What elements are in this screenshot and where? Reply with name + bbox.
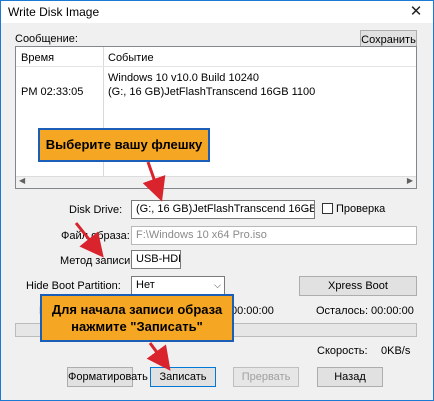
- log-header-separator: [16, 66, 416, 67]
- scroll-right-icon[interactable]: ▶: [407, 176, 413, 185]
- remaining-label: Осталось:: [316, 305, 369, 317]
- log-section-label: Сообщение:: [15, 33, 78, 45]
- hide-boot-value: Нет: [136, 279, 155, 291]
- log-horizontal-scrollbar[interactable]: ◀ ▶: [16, 176, 416, 188]
- verify-checkbox[interactable]: [322, 203, 333, 214]
- callout-start-write-line1: Для начала записи образа: [51, 302, 223, 317]
- callout-select-drive: Выберите вашу флешку: [38, 128, 210, 162]
- title-bar: Write Disk Image ✕: [1, 1, 433, 23]
- chevron-down-icon: ⌵: [304, 204, 311, 214]
- write-button[interactable]: Записать: [150, 367, 216, 387]
- hide-boot-label: Hide Boot Partition:: [26, 280, 121, 292]
- callout-start-write-line2: нажмите "Записать": [71, 319, 203, 334]
- hide-boot-select[interactable]: Нет ⌵: [131, 276, 225, 295]
- abort-button[interactable]: Прервать: [233, 367, 299, 387]
- write-method-label: Метод записи:: [60, 255, 134, 267]
- scroll-left-icon[interactable]: ◀: [19, 176, 25, 185]
- speed-value: 0KB/s: [381, 345, 411, 357]
- log-row-time: PM 02:33:05: [21, 86, 84, 98]
- write-method-select[interactable]: USB-HDD+ ⌵: [131, 250, 181, 269]
- chevron-down-icon: ⌵: [170, 254, 177, 264]
- disk-drive-label: Disk Drive:: [69, 204, 123, 216]
- elapsed-value: 00:00:00: [231, 305, 274, 317]
- log-col-event: Событие: [108, 52, 154, 64]
- verify-label: Проверка: [336, 203, 386, 215]
- image-file-label: Файл образа:: [61, 230, 130, 242]
- log-row-event: (G:, 16 GB)JetFlashTranscend 16GB 1100: [108, 86, 316, 98]
- disk-drive-select[interactable]: (G:, 16 GB)JetFlashTranscend 16GB 1100 ⌵: [131, 200, 315, 219]
- close-icon[interactable]: ✕: [405, 1, 427, 23]
- back-button[interactable]: Назад: [317, 367, 383, 387]
- log-col-time: Время: [21, 52, 55, 64]
- speed-label: Скорость:: [317, 345, 368, 357]
- log-list[interactable]: Время Событие Windows 10 v10.0 Build 102…: [15, 46, 417, 189]
- xpress-boot-button[interactable]: Xpress Boot: [299, 276, 417, 296]
- log-column-divider: [103, 47, 104, 188]
- image-file-field[interactable]: F:\Windows 10 x64 Pro.iso: [131, 226, 417, 245]
- remaining-value: 00:00:00: [371, 305, 414, 317]
- chevron-down-icon: ⌵: [214, 280, 221, 290]
- log-row-event: Windows 10 v10.0 Build 10240: [108, 72, 260, 84]
- window-title: Write Disk Image: [8, 5, 100, 19]
- callout-start-write: Для начала записи образа нажмите "Записа…: [40, 294, 234, 342]
- image-file-value: F:\Windows 10 x64 Pro.iso: [136, 229, 267, 241]
- disk-drive-value: (G:, 16 GB)JetFlashTranscend 16GB 1100: [136, 203, 315, 215]
- callout-select-drive-text: Выберите вашу флешку: [45, 137, 203, 152]
- format-button[interactable]: Форматировать: [67, 367, 148, 387]
